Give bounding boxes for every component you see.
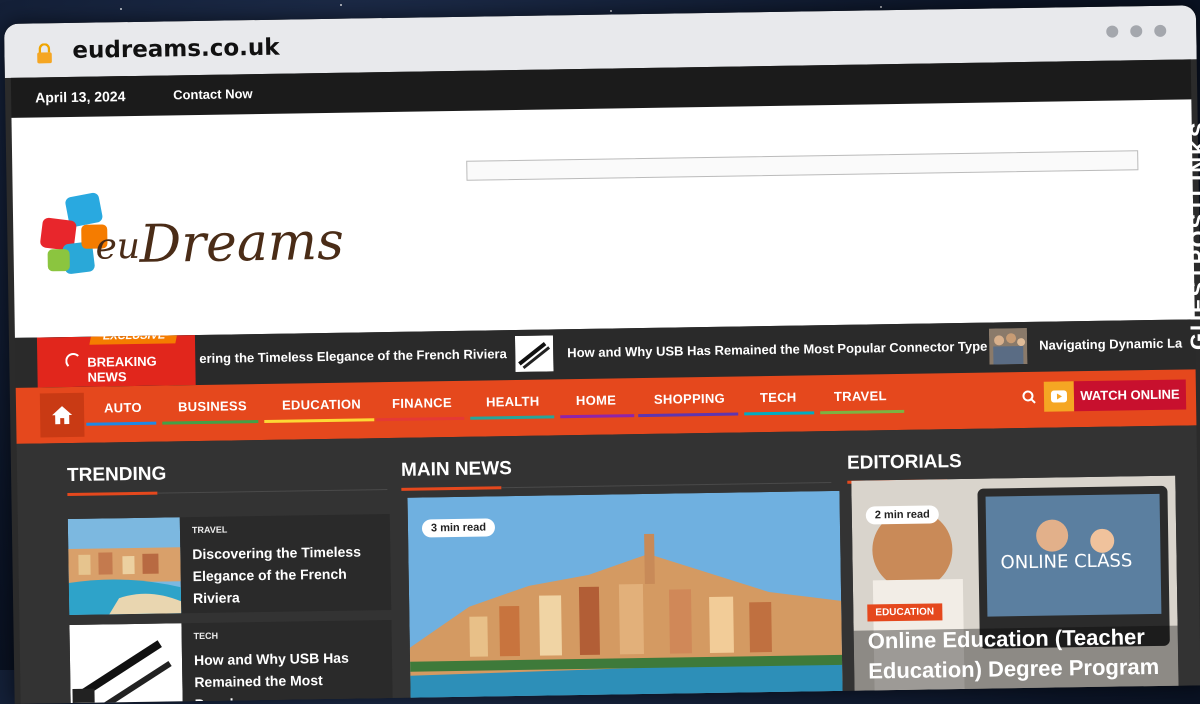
article-title[interactable]: How and Why USB Has Remained the Most Po… [194, 646, 375, 704]
window-controls[interactable] [1094, 24, 1167, 43]
education-category-badge[interactable]: EDUCATION [867, 603, 943, 622]
browser-window: eudreams.co.uk April 13, 2024 Contact No… [4, 5, 1200, 704]
guestpostlinks-watermark: GUESTPOSTLINKS [1166, 60, 1200, 360]
trending-card[interactable]: TRAVEL Discovering the Timeless Elegance… [67, 514, 392, 616]
nav-business[interactable]: BUSINESS [178, 398, 247, 414]
category-label[interactable]: TECH [194, 631, 219, 641]
site-logo[interactable]: eu Dreams [37, 182, 399, 298]
ticker-item[interactable]: How and Why USB Has Remained the Most Po… [567, 339, 987, 361]
riviera-image [67, 517, 182, 616]
read-time-badge: 2 min read [865, 505, 939, 525]
address-bar[interactable]: eudreams.co.uk [72, 35, 280, 64]
article-title[interactable]: Discovering the Timeless Elegance of the… [192, 540, 373, 609]
search-icon[interactable] [1022, 390, 1036, 404]
nav-auto[interactable]: AUTO [104, 400, 142, 416]
content-area: TRENDING MAIN NEWS EDITORIALS TRAVEL Dis… [16, 425, 1200, 704]
nav-education[interactable]: EDUCATION [282, 396, 361, 412]
nav-health[interactable]: HEALTH [486, 394, 540, 410]
trending-heading: TRENDING [66, 463, 167, 487]
ticker-item[interactable]: Navigating Dynamic La [1039, 336, 1182, 353]
trending-card[interactable]: TECH How and Why USB Has Remained the Mo… [69, 619, 393, 704]
watermark-text: GUESTPOSTLINKS [1186, 120, 1200, 350]
svg-text:eu: eu [95, 226, 140, 268]
watch-online-button[interactable]: WATCH ONLINE [1073, 379, 1187, 412]
ad-banner[interactable] [466, 150, 1139, 181]
category-label[interactable]: TRAVEL [192, 525, 227, 536]
online-class-text: ONLINE CLASS [1000, 550, 1132, 573]
svg-text:Dreams: Dreams [138, 212, 344, 275]
nav-shopping[interactable]: SHOPPING [654, 391, 725, 407]
home-icon [52, 406, 73, 425]
usb-thumbnail[interactable] [514, 335, 554, 373]
play-icon [1050, 390, 1068, 403]
nav-travel[interactable]: TRAVEL [834, 388, 887, 404]
ticker-item[interactable]: ering the Timeless Elegance of the Frenc… [199, 346, 507, 366]
nav-tech[interactable]: TECH [760, 390, 797, 406]
nav-home[interactable]: HOME [576, 392, 616, 408]
editorial-title[interactable]: Online Education (Teacher Education) Deg… [868, 622, 1169, 687]
breaking-news-text: BREAKING NEWS [87, 353, 157, 385]
current-date: April 13, 2024 [35, 88, 126, 106]
read-time-badge: 3 min read [421, 518, 496, 538]
contact-link[interactable]: Contact Now [173, 86, 253, 102]
nav-finance[interactable]: FINANCE [392, 395, 452, 411]
spinner-icon [65, 352, 82, 370]
lock-icon [37, 43, 52, 64]
main-news-heading: MAIN NEWS [400, 458, 513, 481]
editorials-heading: EDITORIALS [846, 451, 962, 474]
usb-image [69, 623, 183, 704]
youtube-button[interactable] [1043, 381, 1075, 412]
site-header: eu Dreams [11, 99, 1195, 338]
home-button[interactable] [39, 392, 85, 438]
people-thumbnail[interactable] [988, 327, 1028, 365]
